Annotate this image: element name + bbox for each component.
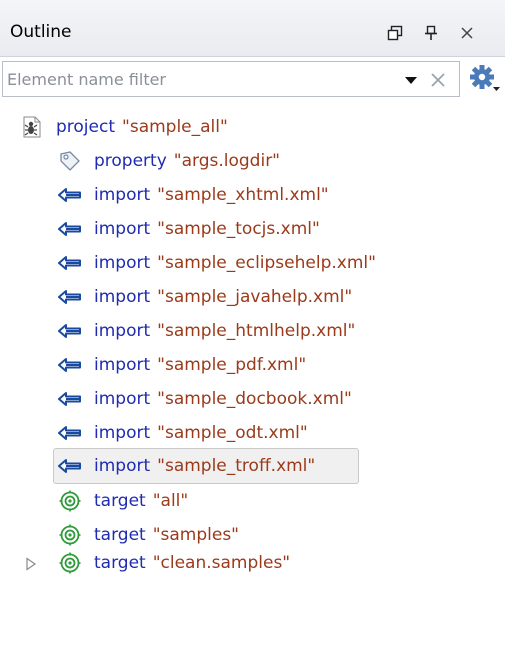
expand-arrow-icon[interactable] <box>24 556 38 571</box>
tree-node-target[interactable]: target "clean.samples" <box>56 546 290 580</box>
node-value: "sample_eclipsehelp.xml" <box>157 253 376 273</box>
settings-gear-icon[interactable] <box>468 63 502 95</box>
node-keyword: import <box>94 355 151 375</box>
import-arrow-icon <box>56 183 84 207</box>
node-keyword: import <box>94 321 151 341</box>
node-keyword: import <box>94 253 151 273</box>
import-arrow-icon <box>56 353 84 377</box>
tree-node-target[interactable]: target "all" <box>56 484 188 518</box>
panel-header: Outline <box>0 0 505 57</box>
ant-project-icon <box>18 115 46 139</box>
panel-title: Outline <box>10 22 72 42</box>
node-keyword: import <box>94 456 151 476</box>
tree-node-import[interactable]: import "sample_odt.xml" <box>56 416 308 450</box>
node-value: "clean.samples" <box>152 553 291 573</box>
filter-dropdown-arrow-icon[interactable] <box>403 73 419 87</box>
node-keyword: import <box>94 287 151 307</box>
pin-icon[interactable] <box>420 22 442 44</box>
target-icon <box>56 551 84 575</box>
tree-node-import-selected[interactable]: import "sample_troff.xml" <box>53 448 359 484</box>
node-keyword: target <box>94 553 146 573</box>
filter-row <box>0 57 505 103</box>
node-value: "sample_javahelp.xml" <box>157 287 353 307</box>
node-value: "sample_troff.xml" <box>157 456 316 476</box>
tree-node-import[interactable]: import "sample_docbook.xml" <box>56 382 352 416</box>
node-value: "sample_htmlhelp.xml" <box>157 321 356 341</box>
outline-panel: Outline Element name filter project "sam… <box>0 0 505 663</box>
tree-node-property[interactable]: property "args.logdir" <box>56 144 280 178</box>
tree-node-import[interactable]: import "sample_eclipsehelp.xml" <box>56 246 376 280</box>
node-value: "sample_odt.xml" <box>157 423 308 443</box>
node-value: "sample_all" <box>122 117 228 137</box>
node-keyword: import <box>94 423 151 443</box>
node-value: "sample_pdf.xml" <box>157 355 307 375</box>
close-icon[interactable] <box>456 22 478 44</box>
restore-icon[interactable] <box>384 22 406 44</box>
node-value: "sample_tocjs.xml" <box>157 219 320 239</box>
import-arrow-icon <box>56 387 84 411</box>
tree-node-project[interactable]: project "sample_all" <box>18 110 228 144</box>
clear-filter-icon[interactable] <box>429 71 447 89</box>
node-value: "samples" <box>152 525 240 545</box>
node-keyword: import <box>94 185 151 205</box>
import-arrow-icon <box>56 251 84 275</box>
tree-node-import[interactable]: import "sample_pdf.xml" <box>56 348 306 382</box>
node-value: "all" <box>152 491 189 511</box>
tree-node-import[interactable]: import "sample_javahelp.xml" <box>56 280 352 314</box>
import-arrow-icon <box>56 421 84 445</box>
element-name-filter-input[interactable] <box>7 65 377 93</box>
import-arrow-icon <box>56 217 84 241</box>
node-value: "sample_xhtml.xml" <box>157 185 329 205</box>
filter-box <box>2 61 460 97</box>
import-arrow-icon <box>56 454 84 478</box>
node-keyword: target <box>94 491 146 511</box>
node-keyword: import <box>94 389 151 409</box>
node-value: "sample_docbook.xml" <box>157 389 352 409</box>
node-keyword: target <box>94 525 146 545</box>
import-arrow-icon <box>56 285 84 309</box>
property-tag-icon <box>56 149 84 173</box>
tree-node-import[interactable]: import "sample_xhtml.xml" <box>56 178 329 212</box>
node-keyword: project <box>56 117 116 137</box>
node-keyword: property <box>94 151 167 171</box>
tree-node-import[interactable]: import "sample_tocjs.xml" <box>56 212 320 246</box>
import-arrow-icon <box>56 319 84 343</box>
target-icon <box>56 489 84 513</box>
tree-node-import[interactable]: import "sample_htmlhelp.xml" <box>56 314 355 348</box>
node-keyword: import <box>94 219 151 239</box>
target-icon <box>56 523 84 547</box>
node-value: "args.logdir" <box>173 151 280 171</box>
